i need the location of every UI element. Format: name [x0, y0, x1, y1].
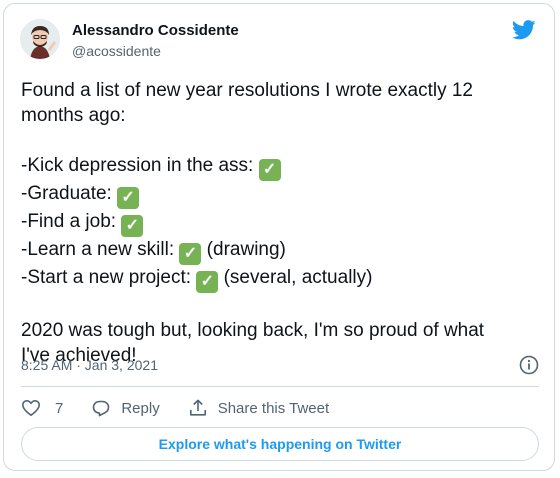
share-button[interactable]: Share this Tweet	[188, 398, 329, 418]
info-icon[interactable]	[519, 355, 539, 375]
resolution-text: -Start a new project:	[21, 267, 197, 288]
avatar[interactable]	[20, 19, 60, 59]
tweet-line: months ago:	[21, 105, 126, 126]
check-mark-icon: ✓	[179, 243, 202, 265]
resolution-item: -Learn a new skill: ✓ (drawing)	[21, 237, 541, 265]
like-count: 7	[55, 399, 64, 417]
resolution-text: -Find a job:	[21, 211, 122, 232]
resolution-item: -Start a new project: ✓ (several, actual…	[21, 265, 541, 293]
like-button[interactable]: 7	[21, 398, 63, 418]
share-icon	[189, 399, 206, 416]
reply-button[interactable]: Reply	[91, 398, 160, 418]
resolution-text: -Kick depression in the ass:	[21, 155, 259, 176]
explore-twitter-button[interactable]: Explore what's happening on Twitter	[21, 427, 539, 461]
tweet-timestamp[interactable]: 8:25 AM · Jan 3, 2021	[21, 357, 158, 373]
share-label: Share this Tweet	[217, 399, 330, 417]
resolution-text: -Graduate:	[21, 183, 118, 204]
resolution-item: -Find a job: ✓	[21, 209, 541, 237]
reply-label: Reply	[121, 399, 160, 417]
resolution-text: -Learn a new skill:	[21, 239, 180, 260]
tweet-text: Found a list of new year resolutions I w…	[21, 78, 541, 368]
check-mark-icon: ✓	[196, 271, 219, 293]
author-handle[interactable]: @acossidente	[72, 42, 239, 60]
tweet-line: Found a list of new year resolutions I w…	[21, 80, 474, 101]
resolution-note: (drawing)	[201, 239, 286, 260]
reply-icon	[93, 400, 110, 417]
tweet-meta: 8:25 AM · Jan 3, 2021	[21, 354, 539, 376]
resolution-item: -Kick depression in the ass: ✓	[21, 153, 541, 181]
check-mark-icon: ✓	[258, 159, 281, 181]
tweet-actions: 7 Reply Share this Tweet	[21, 397, 357, 419]
resolution-item: -Graduate: ✓	[21, 181, 541, 209]
resolution-note: (several, actually)	[218, 267, 373, 288]
author-info: Alessandro Cossidente @acossidente	[72, 22, 239, 60]
check-mark-icon: ✓	[121, 215, 144, 237]
divider	[21, 386, 539, 387]
tweet-line: 2020 was tough but, looking back, I'm so…	[21, 320, 485, 341]
twitter-bird-icon[interactable]	[512, 20, 536, 40]
check-mark-icon: ✓	[117, 187, 140, 209]
tweet-card: Alessandro Cossidente @acossidente Found…	[3, 3, 555, 471]
author-display-name[interactable]: Alessandro Cossidente	[72, 22, 239, 40]
heart-icon	[22, 400, 40, 416]
